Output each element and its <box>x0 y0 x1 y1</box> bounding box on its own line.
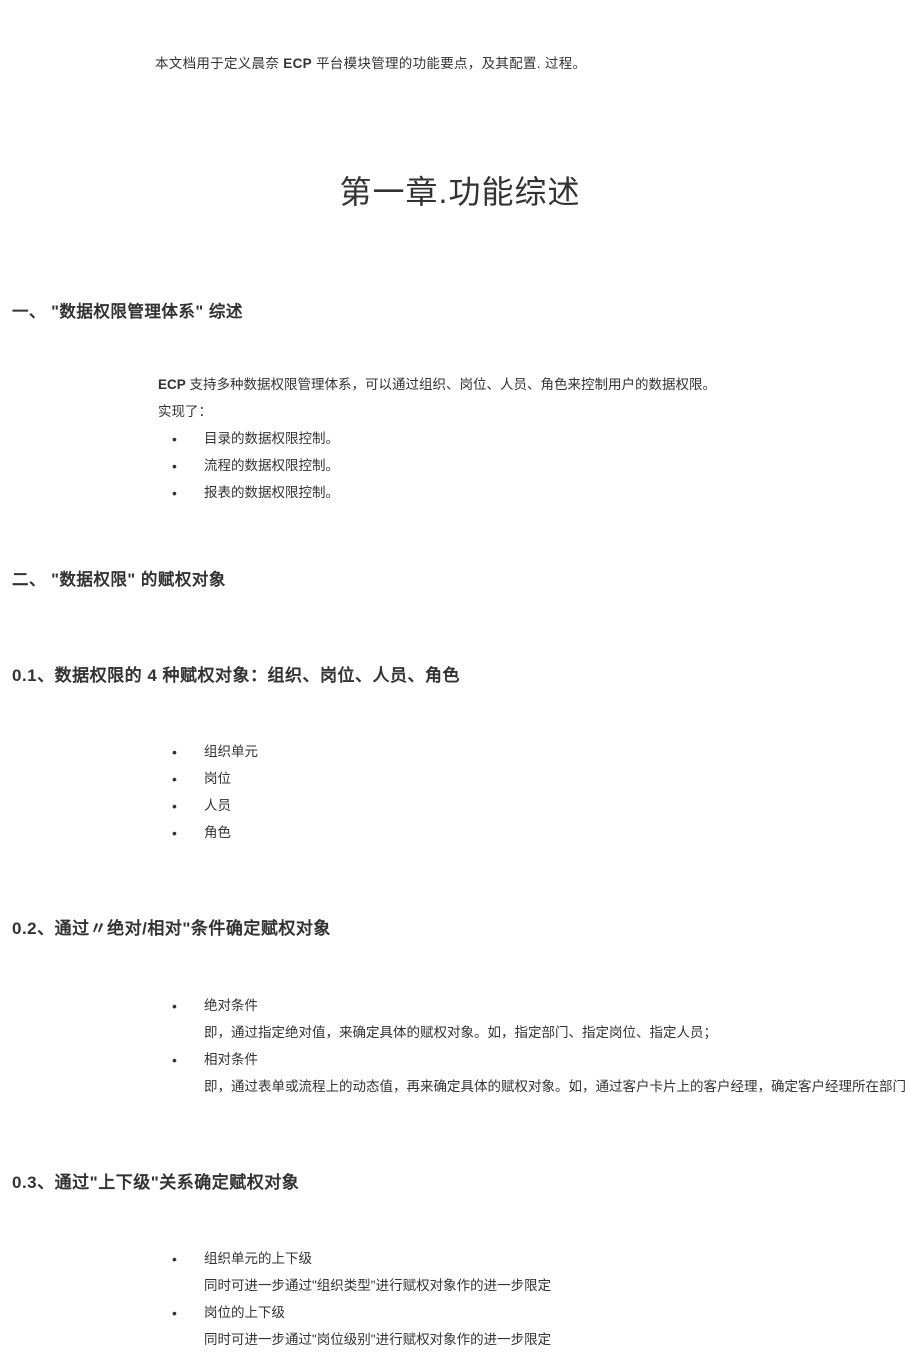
intro-prefix: 本文档用于定义晨奈 <box>155 56 283 71</box>
body1-list: 目录的数据权限控制。 流程的数据权限控制。 报表的数据权限控制。 <box>170 425 920 506</box>
list-item: 组织单元 <box>170 738 920 765</box>
list-item: 目录的数据权限控制。 <box>170 425 920 452</box>
section-2-heading: 二、 "数据权限" 的赋权对象 <box>12 568 920 593</box>
section-1-body: ECP 支持多种数据权限管理体系，可以通过组织、岗位、人员、角色来控制用户的数据… <box>158 371 920 506</box>
list-item: 报表的数据权限控制。 <box>170 479 920 506</box>
list-item: 人员 <box>170 792 920 819</box>
list-item-note: 同时可进一步通过"组织类型"进行赋权对象作的进一步限定 <box>204 1272 920 1299</box>
intro-bold: ECP <box>283 56 312 71</box>
list-01: 组织单元 岗位 人员 角色 <box>170 738 920 846</box>
list-item: 组织单元的上下级 同时可进一步通过"组织类型"进行赋权对象作的进一步限定 <box>170 1245 920 1299</box>
body1-rest: 支持多种数据权限管理体系，可以通过组织、岗位、人员、角色来控制用户的数据权限。 <box>186 377 716 392</box>
section-1-heading: 一、 "数据权限管理体系" 综述 <box>12 300 920 325</box>
list-item-title: 相对条件 <box>204 1052 258 1067</box>
list-item: 岗位的上下级 同时可进一步通过"岗位级别"进行赋权对象作的进一步限定 <box>170 1299 920 1353</box>
chapter-title: 第一章.功能综述 <box>0 168 920 216</box>
list-item: 绝对条件 即，通过指定绝对值，来确定具体的赋权对象。如，指定部门、指定岗位、指定… <box>170 992 920 1046</box>
subsection-03-body: 组织单元的上下级 同时可进一步通过"组织类型"进行赋权对象作的进一步限定 岗位的… <box>158 1245 920 1353</box>
list-02: 绝对条件 即，通过指定绝对值，来确定具体的赋权对象。如，指定部门、指定岗位、指定… <box>170 992 920 1100</box>
list-item-note: 即，通过表单或流程上的动态值，再来确定具体的赋权对象。如，通过客户卡片上的客户经… <box>204 1073 920 1100</box>
list-item-title: 岗位的上下级 <box>204 1305 285 1320</box>
subsection-02-heading: 0.2、通过〃绝对/相对"条件确定赋权对象 <box>12 916 920 942</box>
intro-paragraph: 本文档用于定义晨奈 ECP 平台模块管理的功能要点，及其配置. 过程。 <box>155 54 920 74</box>
subsection-02-body: 绝对条件 即，通过指定绝对值，来确定具体的赋权对象。如，指定部门、指定岗位、指定… <box>158 992 920 1100</box>
body1-bold: ECP <box>158 377 186 392</box>
list-item: 流程的数据权限控制。 <box>170 452 920 479</box>
list-03: 组织单元的上下级 同时可进一步通过"组织类型"进行赋权对象作的进一步限定 岗位的… <box>170 1245 920 1353</box>
intro-suffix: 平台模块管理的功能要点，及其配置. 过程。 <box>312 56 586 71</box>
subsection-01-body: 组织单元 岗位 人员 角色 <box>158 738 920 846</box>
list-item-note: 即，通过指定绝对值，来确定具体的赋权对象。如，指定部门、指定岗位、指定人员； <box>204 1019 920 1046</box>
list-item-note: 同时可进一步通过"岗位级别"进行赋权对象作的进一步限定 <box>204 1326 920 1353</box>
list-item: 角色 <box>170 819 920 846</box>
subsection-03-heading: 0.3、通过"上下级"关系确定赋权对象 <box>12 1170 920 1196</box>
list-item: 相对条件 即，通过表单或流程上的动态值，再来确定具体的赋权对象。如，通过客户卡片… <box>170 1046 920 1100</box>
list-item-title: 绝对条件 <box>204 998 258 1013</box>
list-item: 岗位 <box>170 765 920 792</box>
subsection-01-heading: 0.1、数据权限的 4 种赋权对象：组织、岗位、人员、角色 <box>12 663 920 689</box>
body1-line2: 实现了： <box>158 398 920 425</box>
list-item-title: 组织单元的上下级 <box>204 1251 312 1266</box>
